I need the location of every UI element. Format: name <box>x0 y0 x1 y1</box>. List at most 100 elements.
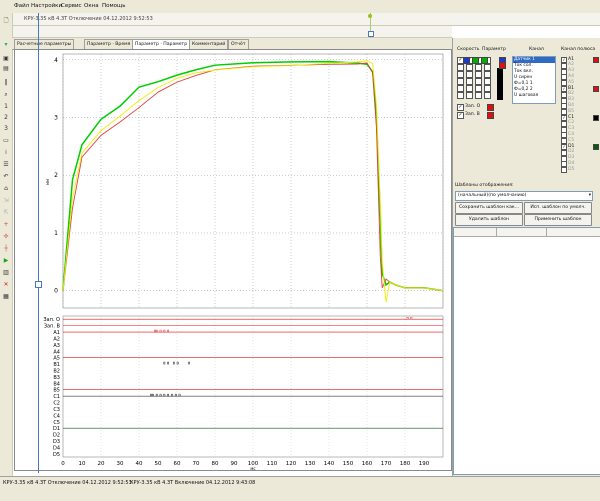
speed-param-checkbox[interactable] <box>466 64 473 71</box>
speed-param-checkbox[interactable] <box>457 92 464 99</box>
x-tick-label: 40 <box>136 461 143 467</box>
frame-icon[interactable]: ▭ <box>2 137 10 145</box>
polarity-color-swatch[interactable] <box>593 57 599 63</box>
view-3-icon[interactable]: 3 <box>2 125 10 133</box>
polarity-color-swatch[interactable] <box>593 144 599 150</box>
speed-param-checkbox[interactable] <box>457 78 464 85</box>
cursor-icon[interactable]: ┼ <box>2 245 10 253</box>
play-icon[interactable]: ▶ <box>2 257 10 265</box>
zap-v-color-swatch[interactable] <box>487 112 494 119</box>
save-icon[interactable]: ▣ <box>2 55 10 63</box>
polarity-label: А2 <box>568 62 575 68</box>
speed-param-checkbox[interactable] <box>466 92 473 99</box>
x-tick-label: 70 <box>193 461 200 467</box>
template-grid[interactable] <box>453 227 600 475</box>
polarity-color-swatch[interactable] <box>593 86 599 92</box>
parameter-indicator-bar <box>497 68 503 100</box>
template-select[interactable]: (начальный)(по умолчанию) ▾ <box>455 191 593 201</box>
tab-param-time[interactable]: Параметр · Время <box>84 39 134 49</box>
delete-icon[interactable]: ✕ <box>2 281 10 289</box>
columns-icon[interactable]: ⁞ <box>2 149 10 157</box>
pause-icon[interactable]: ‖ <box>2 79 10 87</box>
color-swatch[interactable] <box>481 57 488 64</box>
x-tick-label: 80 <box>212 461 219 467</box>
menu-windows[interactable]: Окна <box>84 3 99 9</box>
polarity-checkbox[interactable] <box>561 167 567 174</box>
undo-icon[interactable]: ↶ <box>2 173 10 181</box>
use-default-template-button[interactable]: Исп. шаблон по умолч. <box>524 202 592 214</box>
lines-icon[interactable]: ☰ <box>2 161 10 169</box>
cursor-handle-top[interactable] <box>368 31 374 37</box>
cursor-handle-left[interactable] <box>35 281 42 288</box>
x-tick-label: 170 <box>381 461 392 467</box>
speed-param-checkbox[interactable] <box>457 64 464 71</box>
speed-param-checkbox[interactable] <box>466 71 473 78</box>
speed-header: Скорость <box>457 47 480 52</box>
channel-label: С2 <box>53 401 60 407</box>
speed-param-checkbox[interactable] <box>475 71 482 78</box>
speed-param-checkbox[interactable] <box>475 64 482 71</box>
home-icon[interactable]: ⌂ <box>2 185 10 193</box>
zap-v-checkbox[interactable]: ✓ <box>457 112 464 119</box>
time-cursor-left[interactable] <box>38 13 39 473</box>
apply-template-button[interactable]: Применить шаблон <box>524 214 592 226</box>
new-icon[interactable]: 🗋 <box>2 17 10 25</box>
oscillogram-svg[interactable]: 43210ммЗап. ОЗап. ВА1А2А3А4А5В1В2В3В4В5С… <box>15 50 451 471</box>
delete-template-button[interactable]: Удалить шаблон <box>455 214 523 226</box>
x-tick-label: 140 <box>324 461 335 467</box>
view-1-icon[interactable]: 1 <box>2 103 10 111</box>
template-select-value: (начальный)(по умолчанию) <box>458 193 527 198</box>
tab-comment[interactable]: Комментарий <box>189 39 229 49</box>
speed-param-checkbox[interactable] <box>457 85 464 92</box>
print-icon[interactable]: ▤ <box>2 65 10 73</box>
status-right: КРУ-3.35 кВ 4.ЗТ Включение 04.12.2012 9:… <box>130 480 256 486</box>
save-template-button[interactable]: Сохранить шаблон как... <box>455 202 523 214</box>
polarity-label: В2 <box>568 91 575 97</box>
speed-param-checkbox[interactable] <box>475 85 482 92</box>
grid-icon[interactable]: ▦ <box>2 293 10 301</box>
document-title-bar: КРУ-3.35 кВ 4.ЗТ Отключение 04.12.2012 9… <box>12 13 600 26</box>
tab-param-param[interactable]: Параметр · Параметр <box>132 39 191 49</box>
tab-calculated-params[interactable]: Расчетные параметры <box>14 39 75 49</box>
zoom-icon[interactable]: ⌕ <box>2 91 10 99</box>
speed-param-checkbox[interactable] <box>457 71 464 78</box>
x-tick-label: 190 <box>419 461 430 467</box>
color-swatch[interactable] <box>463 57 470 64</box>
add-marker-icon[interactable]: + <box>2 221 10 229</box>
channel-listbox[interactable]: Датчик 1 Ток сол. Ток вкл. U сирен Ф=0,1 1 Ф=… <box>512 56 556 104</box>
speed-param-checkbox[interactable] <box>484 64 491 71</box>
x-tick-label: 30 <box>117 461 124 467</box>
speed-param-checkbox[interactable] <box>466 78 473 85</box>
zap-o-color-swatch[interactable] <box>487 104 494 111</box>
marker-icon[interactable]: ✢ <box>2 233 10 241</box>
speed-param-checkbox[interactable] <box>475 92 482 99</box>
speed-param-checkbox[interactable] <box>475 78 482 85</box>
cursor-knob-top[interactable] <box>368 14 372 18</box>
menu-service[interactable]: Сервис <box>61 3 82 9</box>
speed-param-checkbox[interactable] <box>484 92 491 99</box>
y-tick-label: 0 <box>54 288 58 295</box>
speed-param-checkbox[interactable] <box>484 85 491 92</box>
x-tick-label: 10 <box>79 461 86 467</box>
export-icon[interactable]: ▥ <box>2 269 10 277</box>
polarity-color-swatch[interactable] <box>593 115 599 121</box>
color-swatch[interactable] <box>499 62 506 69</box>
speed-param-checkbox[interactable] <box>466 85 473 92</box>
speed-param-checkbox[interactable] <box>484 71 491 78</box>
y-tick-label: 3 <box>54 115 58 122</box>
channel-label: В4 <box>53 381 60 387</box>
channel-item[interactable]: U шаговая <box>513 93 555 99</box>
menu-file[interactable]: Файл <box>14 3 29 9</box>
color-swatch[interactable] <box>472 57 479 64</box>
template-grid-divider <box>546 228 547 236</box>
tab-report[interactable]: Отчёт <box>228 39 249 49</box>
polarity-label: А3 <box>568 68 575 74</box>
view-2-icon[interactable]: 2 <box>2 114 10 122</box>
speed-param-checkbox[interactable] <box>484 78 491 85</box>
menu-help[interactable]: Помощь <box>102 3 125 9</box>
menu-settings[interactable]: Настройки <box>31 3 62 9</box>
open-icon[interactable]: ▾ <box>2 41 10 49</box>
template-grid-header <box>454 228 600 237</box>
zap-o-checkbox[interactable]: ✓ <box>457 104 464 111</box>
channel-list: Датчик 1 Ток сол. Ток вкл. U сирен Ф=0,1 1 Ф=… <box>513 57 555 99</box>
